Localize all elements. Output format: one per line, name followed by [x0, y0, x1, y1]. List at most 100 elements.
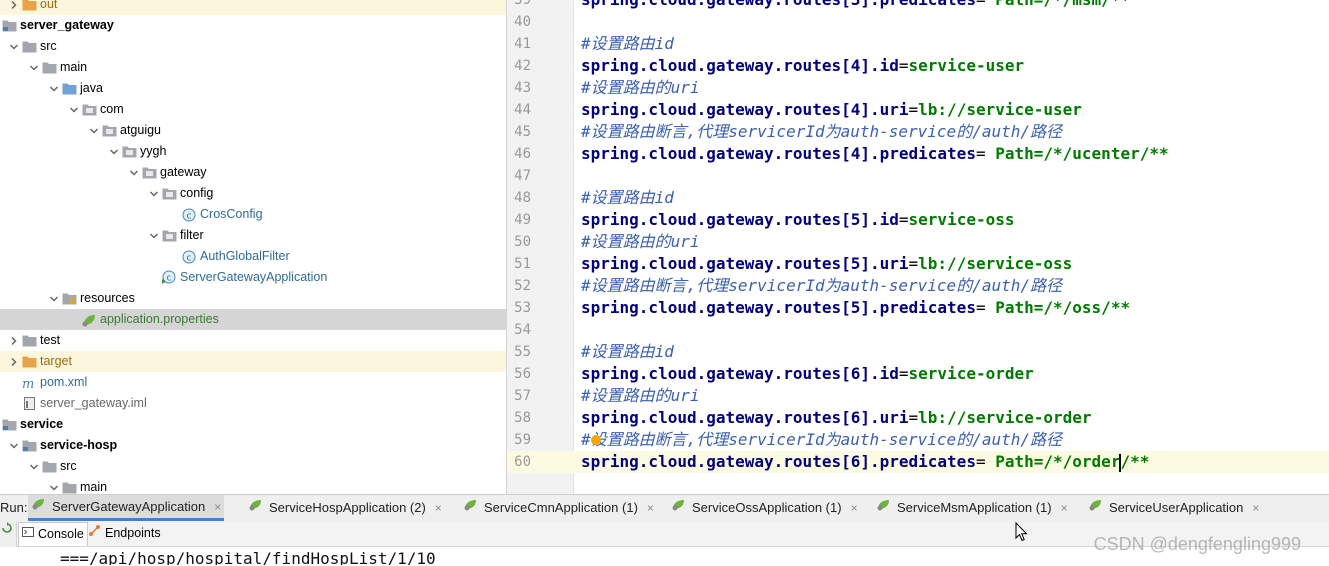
chevron-down-icon[interactable] [148, 183, 160, 204]
chevron-down-icon[interactable] [128, 162, 140, 183]
code-line[interactable]: 44 spring.cloud.gateway.routes[4].uri=lb:… [507, 99, 1329, 121]
code-line[interactable]: 57 #设置路由的uri [507, 385, 1329, 407]
run-tab[interactable]: ServiceUserApplication × [1085, 495, 1262, 521]
code-line[interactable]: 52 #设置路由断言,代理servicerId为auth-service的/aut… [507, 275, 1329, 297]
run-tab[interactable]: ServiceMsmApplication (1) × [873, 495, 1071, 521]
console-tab[interactable]: Console [18, 522, 88, 546]
run-tab[interactable]: ServerGatewayApplication × [28, 494, 225, 521]
code-line-text: #设置路由的uri [581, 231, 700, 253]
comment-token: #设置路由的uri [581, 386, 700, 405]
tree-row-src[interactable]: src [0, 36, 506, 57]
line-number: 50 [514, 234, 531, 250]
tree-row-application-properties[interactable]: application.properties [0, 309, 506, 330]
code-line[interactable]: 51 spring.cloud.gateway.routes[5].uri=lb:… [507, 253, 1329, 275]
tree-item-label: atguigu [120, 123, 162, 137]
code-line[interactable]: 54 [507, 319, 1329, 341]
property-key-token: spring.cloud.gateway.routes[4].uri [581, 100, 909, 119]
tree-row-atguigu[interactable]: atguigu [0, 120, 506, 141]
code-line[interactable]: 42 spring.cloud.gateway.routes[4].id=serv… [507, 55, 1329, 77]
tree-item-label: server_gateway.iml [40, 396, 147, 410]
chevron-down-icon[interactable] [148, 225, 160, 246]
tree-row-server-gateway-iml[interactable]: server_gateway.iml [0, 393, 506, 414]
code-line[interactable]: 45 #设置路由断言,代理servicerId为auth-service的/aut… [507, 121, 1329, 143]
tree-row-test[interactable]: test [0, 330, 506, 351]
chevron-down-icon[interactable] [68, 99, 80, 120]
tree-row-filter[interactable]: filter [0, 225, 506, 246]
line-number: 42 [514, 58, 531, 74]
tree-row-src[interactable]: src [0, 456, 506, 477]
code-editor[interactable]: 39 spring.cloud.gateway.routes[3].predica… [507, 0, 1329, 494]
tree-row-config[interactable]: config [0, 183, 506, 204]
tree-row-java[interactable]: java [0, 78, 506, 99]
chevron-down-icon[interactable] [28, 57, 40, 78]
code-line-text: spring.cloud.gateway.routes[6].predicate… [581, 451, 1149, 473]
code-line[interactable]: 43 #设置路由的uri [507, 77, 1329, 99]
line-number: 45 [514, 124, 531, 140]
tree-row-out[interactable]: out [0, 0, 506, 15]
tree-item-label: server_gateway [20, 18, 114, 32]
tree-row-authglobalfilter[interactable]: c AuthGlobalFilter [0, 246, 506, 267]
chevron-down-icon[interactable] [8, 36, 20, 57]
comment-token: #设置路由id [581, 342, 674, 361]
code-line[interactable]: 39 spring.cloud.gateway.routes[3].predica… [507, 0, 1329, 11]
code-line[interactable]: 58 spring.cloud.gateway.routes[6].uri=lb:… [507, 407, 1329, 429]
code-line[interactable]: 41 #设置路由id [507, 33, 1329, 55]
code-line[interactable]: 60 spring.cloud.gateway.routes[6].predica… [507, 451, 1329, 473]
code-line[interactable]: 50 #设置路由的uri [507, 231, 1329, 253]
chevron-down-icon[interactable] [48, 288, 60, 309]
tree-item-label: java [80, 81, 103, 95]
close-icon[interactable]: × [214, 494, 221, 520]
tree-item-label: CrosConfig [200, 207, 263, 221]
line-number: 46 [514, 146, 531, 162]
code-line[interactable]: 46 spring.cloud.gateway.routes[4].predica… [507, 143, 1329, 165]
chevron-right-icon[interactable] [8, 351, 20, 372]
code-line-text: #设置路由id [581, 33, 674, 55]
tree-row-server-gateway[interactable]: server_gateway [0, 15, 506, 36]
tree-row-crosconfig[interactable]: c CrosConfig [0, 204, 506, 225]
code-line-text: spring.cloud.gateway.routes[5].uri=lb://… [581, 253, 1072, 275]
chevron-down-icon[interactable] [48, 477, 60, 494]
chevron-down-icon[interactable] [28, 456, 40, 477]
tree-row-com[interactable]: com [0, 99, 506, 120]
chevron-down-icon[interactable] [88, 120, 100, 141]
close-icon[interactable]: × [435, 495, 442, 521]
close-icon[interactable]: × [647, 495, 654, 521]
tree-row-main[interactable]: main [0, 57, 506, 78]
run-tab[interactable]: ServiceCmnApplication (1) × [460, 495, 657, 521]
close-icon[interactable]: × [1061, 495, 1068, 521]
run-tab[interactable]: ServiceOssApplication (1) × [668, 495, 861, 521]
chevron-down-icon[interactable] [8, 435, 20, 456]
code-line[interactable]: 55 #设置路由id [507, 341, 1329, 363]
code-line[interactable]: 59 #设置路由断言,代理servicerId为auth-service的/aut… [507, 429, 1329, 451]
tree-row-resources[interactable]: resources [0, 288, 506, 309]
run-tab[interactable]: ServiceHospApplication (2) × [245, 495, 445, 521]
chevron-down-icon[interactable] [48, 78, 60, 99]
code-line[interactable]: 53 spring.cloud.gateway.routes[5].predica… [507, 297, 1329, 319]
code-line[interactable]: 48 #设置路由id [507, 187, 1329, 209]
close-icon[interactable]: × [851, 495, 858, 521]
tree-item-label: resources [80, 291, 135, 305]
close-icon[interactable]: × [1252, 495, 1259, 521]
tree-row-pom-xml[interactable]: m pom.xml [0, 372, 506, 393]
code-line[interactable]: 56 spring.cloud.gateway.routes[6].id=serv… [507, 363, 1329, 385]
code-line[interactable]: 40 [507, 11, 1329, 33]
tree-row-service-hosp[interactable]: service-hosp [0, 435, 506, 456]
code-line[interactable]: 49 spring.cloud.gateway.routes[5].id=serv… [507, 209, 1329, 231]
tree-row-gateway[interactable]: gateway [0, 162, 506, 183]
code-line[interactable]: 47 [507, 165, 1329, 187]
tree-item-label: com [100, 102, 124, 116]
tree-row-service[interactable]: service [0, 414, 506, 435]
property-key-token: spring.cloud.gateway.routes[5].id [581, 210, 899, 229]
project-tree[interactable]: out server_gateway src main java com atguigu yy… [0, 0, 506, 494]
chevron-right-icon[interactable] [8, 0, 20, 15]
comment-token: #设置路由断言,代理servicerId为auth-service的/auth/… [581, 430, 1062, 449]
tree-row-main[interactable]: main [0, 477, 506, 494]
tree-row-target[interactable]: target [0, 351, 506, 372]
chevron-down-icon[interactable] [108, 141, 120, 162]
tree-row-yygh[interactable]: yygh [0, 141, 506, 162]
tree-item-label: src [60, 459, 77, 473]
intention-bulb-icon[interactable] [591, 435, 601, 445]
tree-row-servergatewayapplication[interactable]: c ServerGatewayApplication [0, 267, 506, 288]
chevron-right-icon[interactable] [8, 330, 20, 351]
endpoints-tab[interactable]: Endpoints [85, 522, 164, 545]
